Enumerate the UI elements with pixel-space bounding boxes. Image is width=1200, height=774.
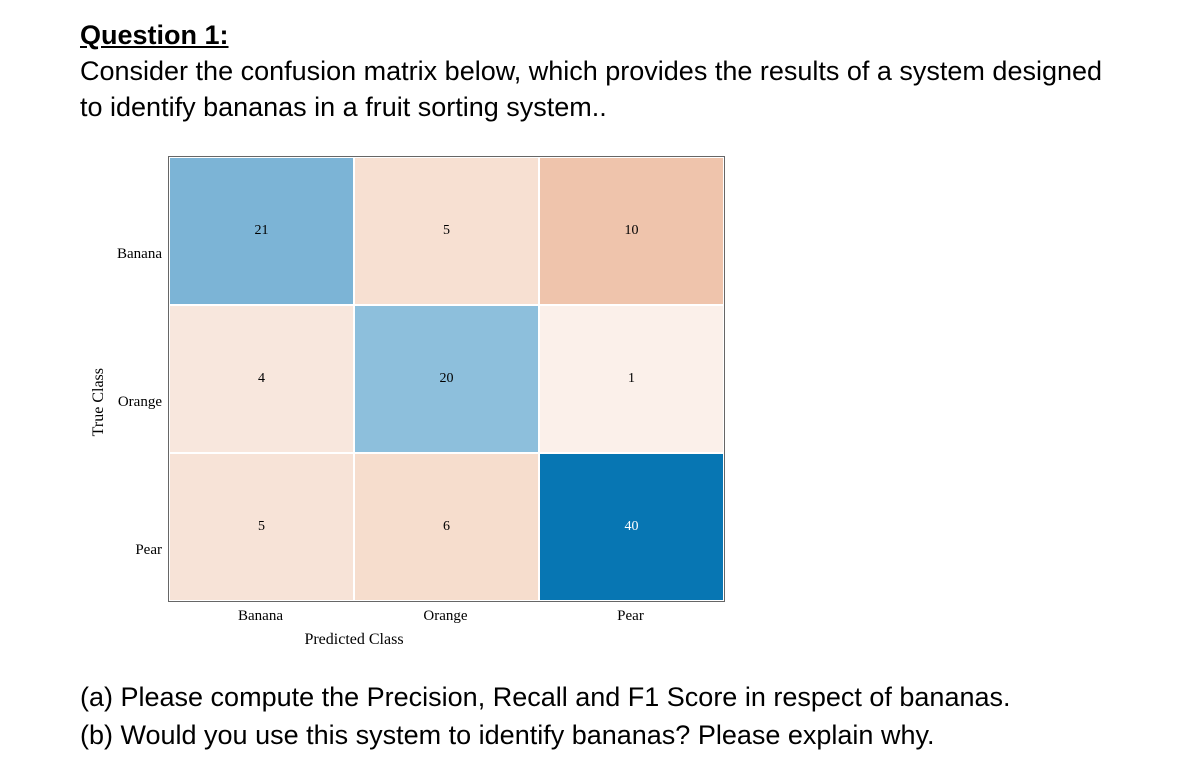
row-label-pear: Pear	[112, 476, 168, 624]
cell-2-2: 40	[539, 453, 724, 601]
cell-1-1: 20	[354, 305, 539, 453]
part-b: (b) Would you use this system to identif…	[80, 717, 1120, 755]
cell-1-2: 1	[539, 305, 724, 453]
cell-0-2: 10	[539, 157, 724, 305]
x-axis-label: Predicted Class	[0, 631, 725, 649]
cell-1-0: 4	[169, 305, 354, 453]
col-labels: Banana Orange Pear	[168, 608, 725, 625]
part-a: (a) Please compute the Precision, Recall…	[80, 679, 1120, 717]
row-label-banana: Banana	[112, 180, 168, 328]
confusion-matrix: True Class Banana Orange Pear 21 5 10 4 …	[90, 156, 1120, 649]
col-label-banana: Banana	[168, 608, 353, 625]
question-title: Question 1:	[80, 20, 1120, 51]
y-axis-label: True Class	[90, 368, 108, 436]
cell-0-0: 21	[169, 157, 354, 305]
cell-2-1: 6	[354, 453, 539, 601]
cell-0-1: 5	[354, 157, 539, 305]
row-labels: Banana Orange Pear	[112, 180, 168, 624]
cell-2-0: 5	[169, 453, 354, 601]
heatmap-grid: 21 5 10 4 20 1 5 6 40	[168, 156, 725, 602]
col-label-orange: Orange	[353, 608, 538, 625]
sub-questions: (a) Please compute the Precision, Recall…	[80, 679, 1120, 755]
col-label-pear: Pear	[538, 608, 723, 625]
question-body: Consider the confusion matrix below, whi…	[80, 53, 1120, 126]
row-label-orange: Orange	[112, 328, 168, 476]
